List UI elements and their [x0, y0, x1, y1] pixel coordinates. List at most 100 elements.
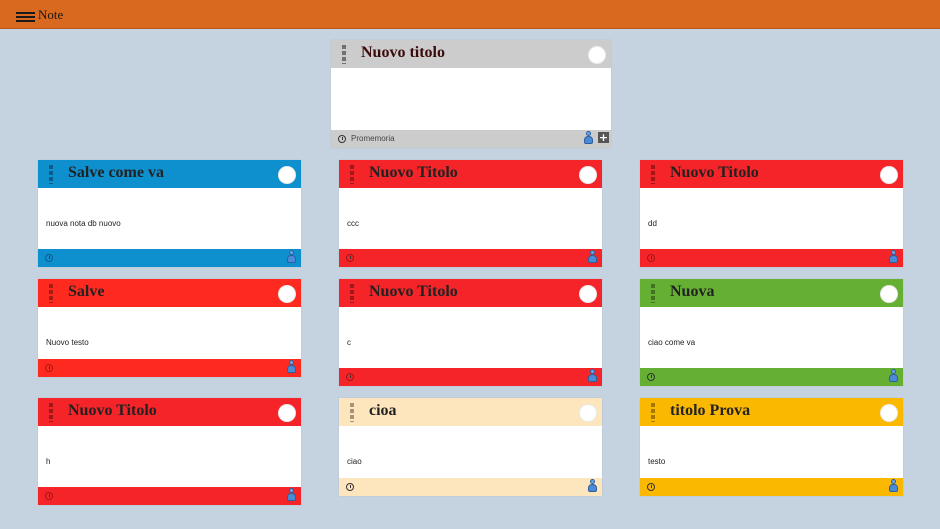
- clock-icon[interactable]: [346, 483, 354, 491]
- note-text[interactable]: Nuovo testo: [46, 338, 89, 347]
- note-title[interactable]: Nuovo titolo: [361, 44, 445, 62]
- clock-icon[interactable]: [647, 254, 655, 262]
- note-text[interactable]: dd: [648, 219, 657, 228]
- user-icon[interactable]: [287, 360, 296, 374]
- note-card[interactable]: Nuovo Titolo c: [339, 279, 602, 386]
- clock-icon[interactable]: [45, 364, 53, 372]
- note-header: Nuovo Titolo: [640, 160, 903, 188]
- drag-handle-icon[interactable]: [342, 45, 346, 64]
- note-header: Nuovo titolo: [331, 40, 611, 68]
- note-footer: Promemoria +: [331, 130, 611, 148]
- note-footer: [339, 368, 602, 386]
- user-icon[interactable]: [588, 479, 597, 493]
- clock-icon[interactable]: [647, 483, 655, 491]
- toggle-circle-icon[interactable]: [579, 404, 597, 422]
- drag-handle-icon[interactable]: [350, 165, 354, 184]
- note-card[interactable]: Nuova ciao come va: [640, 279, 903, 386]
- toggle-circle-icon[interactable]: [588, 46, 606, 64]
- clock-icon[interactable]: [45, 492, 53, 500]
- note-header: Nuovo Titolo: [38, 398, 301, 426]
- clock-icon[interactable]: [346, 254, 354, 262]
- drag-handle-icon[interactable]: [49, 403, 53, 422]
- note-body[interactable]: ciao come va: [640, 307, 903, 368]
- note-body[interactable]: ciao: [339, 426, 602, 478]
- note-body[interactable]: testo: [640, 426, 903, 478]
- note-text[interactable]: c: [347, 338, 351, 347]
- note-footer: [640, 478, 903, 496]
- note-footer: [38, 487, 301, 505]
- note-header: Nuovo Titolo: [339, 279, 602, 307]
- clock-icon[interactable]: [45, 254, 53, 262]
- reminder-label[interactable]: Promemoria: [351, 134, 395, 143]
- note-card[interactable]: Salve come va nuova nota db nuovo: [38, 160, 301, 267]
- note-header: cioa: [339, 398, 602, 426]
- note-body[interactable]: [331, 68, 611, 130]
- clock-icon[interactable]: [647, 373, 655, 381]
- note-text[interactable]: testo: [648, 457, 665, 466]
- drag-handle-icon[interactable]: [49, 284, 53, 303]
- clock-icon[interactable]: [338, 135, 346, 143]
- note-title[interactable]: Nuovo Titolo: [68, 402, 157, 420]
- note-text[interactable]: ccc: [347, 219, 359, 228]
- note-footer: [640, 249, 903, 267]
- note-title[interactable]: Nuova: [670, 283, 714, 301]
- note-title[interactable]: Nuovo Titolo: [369, 283, 458, 301]
- new-note-card[interactable]: Nuovo titolo Promemoria +: [331, 40, 611, 148]
- user-icon[interactable]: [889, 250, 898, 264]
- toggle-circle-icon[interactable]: [579, 166, 597, 184]
- drag-handle-icon[interactable]: [651, 165, 655, 184]
- note-card[interactable]: Nuovo Titolo h: [38, 398, 301, 505]
- toggle-circle-icon[interactable]: [278, 166, 296, 184]
- toggle-circle-icon[interactable]: [880, 404, 898, 422]
- user-icon[interactable]: [287, 250, 296, 264]
- drag-handle-icon[interactable]: [350, 403, 354, 422]
- note-header: titolo Prova: [640, 398, 903, 426]
- note-header: Salve come va: [38, 160, 301, 188]
- note-footer: [339, 478, 602, 496]
- toggle-circle-icon[interactable]: [278, 404, 296, 422]
- note-title[interactable]: Salve: [68, 283, 104, 301]
- user-icon[interactable]: [588, 250, 597, 264]
- note-title[interactable]: Salve come va: [68, 164, 164, 182]
- toggle-circle-icon[interactable]: [880, 166, 898, 184]
- note-card[interactable]: Salve Nuovo testo: [38, 279, 301, 377]
- note-title[interactable]: cioa: [369, 402, 397, 420]
- note-body[interactable]: Nuovo testo: [38, 307, 301, 359]
- note-body[interactable]: dd: [640, 188, 903, 249]
- note-body[interactable]: c: [339, 307, 602, 368]
- note-body[interactable]: ccc: [339, 188, 602, 249]
- note-footer: [339, 249, 602, 267]
- note-footer: [640, 368, 903, 386]
- user-icon[interactable]: [287, 488, 296, 502]
- note-text[interactable]: h: [46, 457, 50, 466]
- drag-handle-icon[interactable]: [350, 284, 354, 303]
- note-title[interactable]: titolo Prova: [670, 402, 750, 420]
- toggle-circle-icon[interactable]: [880, 285, 898, 303]
- note-card[interactable]: Nuovo Titolo ccc: [339, 160, 602, 267]
- user-icon[interactable]: [584, 131, 593, 145]
- note-header: Nuovo Titolo: [339, 160, 602, 188]
- user-icon[interactable]: [889, 369, 898, 383]
- note-header: Salve: [38, 279, 301, 307]
- plus-icon[interactable]: +: [598, 132, 609, 143]
- note-body[interactable]: nuova nota db nuovo: [38, 188, 301, 249]
- note-card[interactable]: cioa ciao: [339, 398, 602, 496]
- note-text[interactable]: nuova nota db nuovo: [46, 219, 121, 228]
- user-icon[interactable]: [889, 479, 898, 493]
- note-footer: [38, 249, 301, 267]
- note-text[interactable]: ciao come va: [648, 338, 695, 347]
- note-card[interactable]: Nuovo Titolo dd: [640, 160, 903, 267]
- toggle-circle-icon[interactable]: [278, 285, 296, 303]
- note-text[interactable]: ciao: [347, 457, 362, 466]
- user-icon[interactable]: [588, 369, 597, 383]
- note-card[interactable]: titolo Prova testo: [640, 398, 903, 496]
- note-title[interactable]: Nuovo Titolo: [369, 164, 458, 182]
- menu-icon[interactable]: [16, 12, 35, 23]
- clock-icon[interactable]: [346, 373, 354, 381]
- note-body[interactable]: h: [38, 426, 301, 487]
- drag-handle-icon[interactable]: [49, 165, 53, 184]
- note-title[interactable]: Nuovo Titolo: [670, 164, 759, 182]
- drag-handle-icon[interactable]: [651, 403, 655, 422]
- toggle-circle-icon[interactable]: [579, 285, 597, 303]
- drag-handle-icon[interactable]: [651, 284, 655, 303]
